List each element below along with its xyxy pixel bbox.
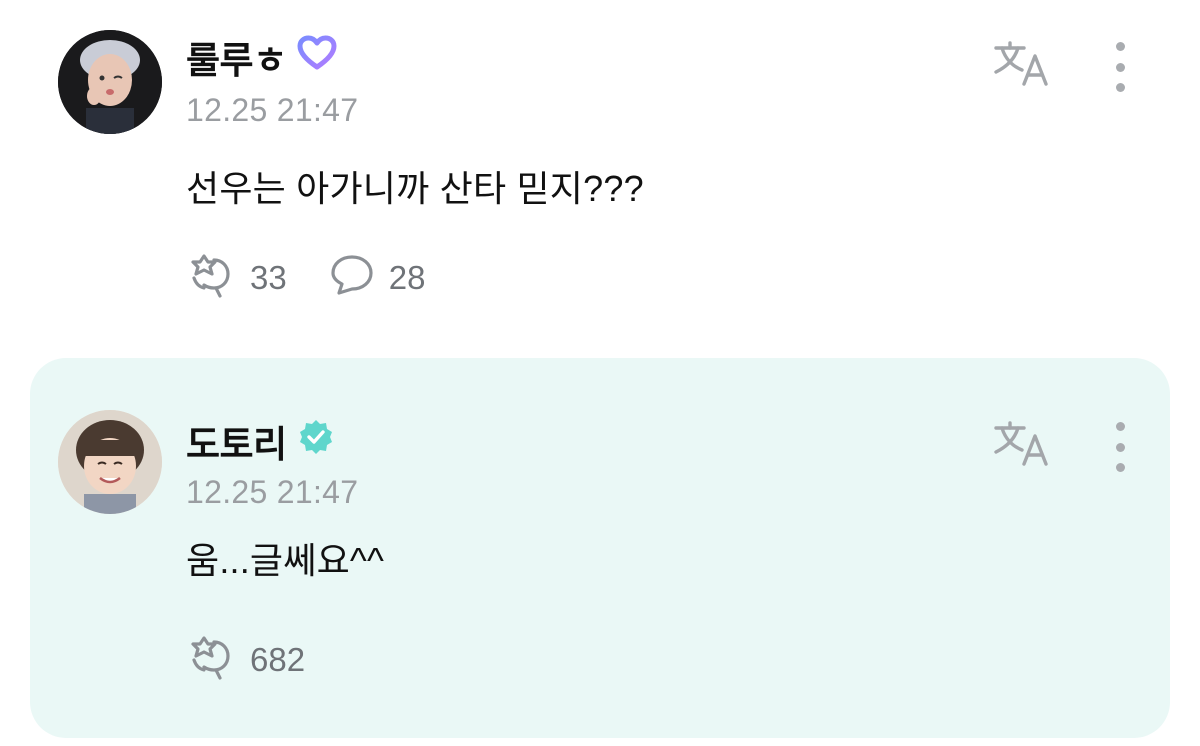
- more-dot: [1115, 62, 1125, 72]
- timestamp: 12.25 21:47: [186, 92, 359, 128]
- timestamp: 12.25 21:47: [186, 474, 359, 510]
- author-name[interactable]: 도토리: [186, 414, 287, 468]
- fan-post: 룰루ㅎ 12.25 21:47 선우는 아가니까 산타 믿지??? 33 28: [0, 0, 1200, 340]
- translate-button[interactable]: [992, 40, 1052, 88]
- reaction-count: 682: [250, 640, 306, 678]
- reaction-button[interactable]: 33: [186, 252, 287, 303]
- reaction-button[interactable]: 682: [186, 634, 305, 685]
- avatar[interactable]: [58, 410, 162, 514]
- more-dot: [1115, 422, 1125, 431]
- author-row: 도토리: [186, 414, 335, 468]
- post-actions: 682: [186, 634, 347, 685]
- verified-badge-icon: [297, 418, 335, 465]
- comment-bubble-icon: [329, 253, 375, 302]
- translate-icon: [994, 41, 1048, 86]
- author-row: 룰루ㅎ: [186, 30, 337, 84]
- more-dot: [1115, 463, 1125, 472]
- more-options-button[interactable]: [1108, 422, 1132, 472]
- post-actions: 33 28: [186, 252, 467, 303]
- comment-button[interactable]: 28: [329, 253, 426, 302]
- heart-membership-icon: [297, 35, 337, 80]
- avatar[interactable]: [58, 30, 162, 134]
- artist-post: 도토리 12.25 21:47 움...글쎄요^^ 682: [30, 358, 1170, 738]
- comment-count: 28: [388, 258, 426, 296]
- more-dot: [1115, 42, 1125, 51]
- post-text: 움...글쎄요^^: [186, 540, 385, 581]
- author-name[interactable]: 룰루ㅎ: [186, 30, 287, 84]
- more-options-button[interactable]: [1108, 42, 1132, 92]
- translate-icon: [994, 421, 1048, 466]
- more-dot: [1115, 83, 1125, 92]
- reaction-icon: [186, 634, 236, 685]
- more-dot: [1115, 442, 1125, 452]
- reaction-icon: [186, 252, 236, 303]
- post-text: 선우는 아가니까 산타 믿지???: [186, 168, 644, 209]
- reaction-count: 33: [250, 258, 287, 296]
- translate-button[interactable]: [992, 420, 1052, 468]
